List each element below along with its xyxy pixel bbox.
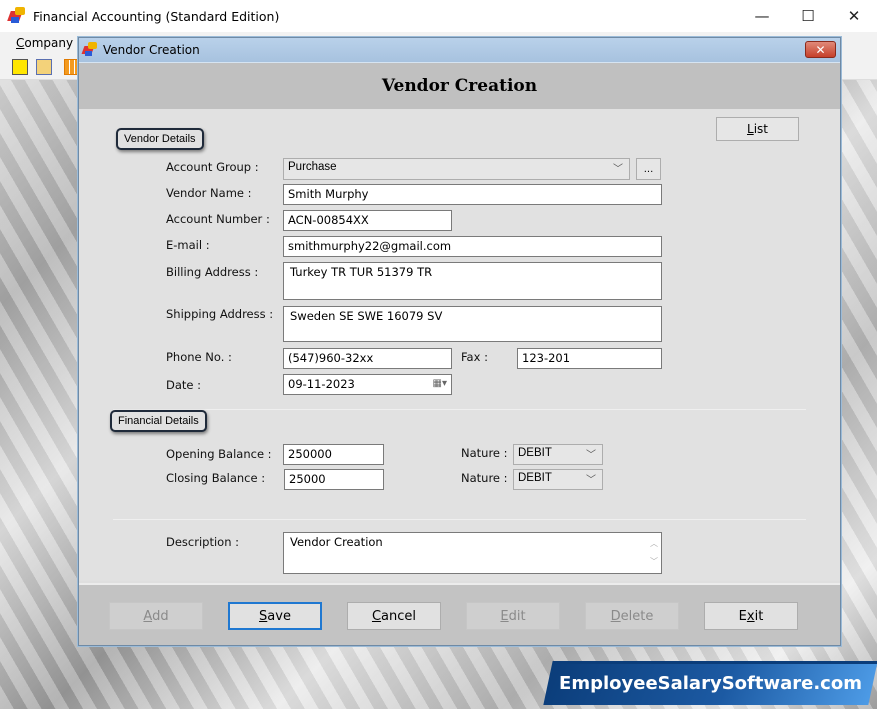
delete-button-label: Delete <box>610 608 654 624</box>
dialog-titlebar: Vendor Creation ✕ <box>79 38 840 62</box>
chevron-down-icon: ﹀ <box>613 164 623 175</box>
opening-balance-label: Opening Balance : <box>166 447 272 461</box>
app-titlebar: Financial Accounting (Standard Edition) … <box>0 0 877 32</box>
description-input[interactable]: Vendor Creation ︿ ﹀ <box>283 532 662 574</box>
delete-button[interactable]: Delete <box>585 602 679 630</box>
app-title: Financial Accounting (Standard Edition) <box>33 8 280 24</box>
section-divider <box>113 409 806 410</box>
edit-button-label: Edit <box>500 608 526 624</box>
opening-balance-input[interactable]: 250000 <box>283 444 384 465</box>
chevron-down-icon: ﹀ <box>586 475 596 486</box>
vendor-name-input[interactable]: Smith Murphy <box>283 184 662 205</box>
brand-text: EmployeeSalarySoftware.com <box>559 672 862 694</box>
phone-input[interactable]: (547)960-32xx <box>283 348 452 369</box>
closing-balance-input[interactable]: 25000 <box>284 469 384 490</box>
shipping-address-label: Shipping Address : <box>166 307 274 321</box>
cancel-button[interactable]: Cancel <box>347 602 441 630</box>
account-number-label: Account Number : <box>166 212 270 226</box>
browse-account-group-button[interactable]: ... <box>636 158 661 180</box>
calendar-dropdown-icon[interactable]: ▦▾ <box>433 378 447 389</box>
closing-balance-label: Closing Balance : <box>166 471 266 485</box>
email-label: E-mail : <box>166 238 210 252</box>
email-input[interactable]: smithmurphy22@gmail.com <box>283 236 662 257</box>
list-button-label: List <box>747 122 768 136</box>
list-button[interactable]: List <box>716 117 799 141</box>
exit-button[interactable]: Exit <box>704 602 798 630</box>
close-button[interactable]: ✕ <box>831 0 877 32</box>
description-label: Description : <box>166 535 240 549</box>
dialog-close-button[interactable]: ✕ <box>805 41 836 58</box>
add-button-label: Add <box>143 608 169 624</box>
fax-input[interactable]: 123-201 <box>517 348 662 369</box>
edit-button[interactable]: Edit <box>466 602 560 630</box>
add-button[interactable]: Add <box>109 602 203 630</box>
minimize-button[interactable]: — <box>739 0 785 32</box>
opening-nature-label: Nature : <box>461 446 508 460</box>
app-logo-icon <box>7 7 27 25</box>
billing-address-label: Billing Address : <box>166 265 259 279</box>
save-button-label: Save <box>259 608 291 624</box>
exit-button-label: Exit <box>738 608 764 624</box>
closing-nature-label: Nature : <box>461 471 508 485</box>
account-group-value: Purchase <box>288 161 337 173</box>
date-picker[interactable]: 09-11-2023 ▦▾ <box>283 374 452 395</box>
date-label: Date : <box>166 378 202 392</box>
section-divider <box>113 519 806 520</box>
date-value: 09-11-2023 <box>288 377 355 391</box>
scrollbar[interactable]: ︿ ﹀ <box>650 535 658 571</box>
open-folder-icon[interactable] <box>36 59 52 75</box>
billing-address-input[interactable]: Turkey TR TUR 51379 TR <box>283 262 662 300</box>
vendor-creation-dialog: Vendor Creation ✕ Vendor Creation List V… <box>78 37 841 646</box>
dialog-header: Vendor Creation <box>79 62 840 109</box>
save-button[interactable]: Save <box>228 602 322 630</box>
vendor-details-group: Vendor Details <box>116 128 204 150</box>
fax-label: Fax : <box>461 350 488 364</box>
financial-details-group: Financial Details <box>110 410 207 432</box>
opening-nature-select[interactable]: DEBIT ﹀ <box>513 444 603 465</box>
action-bar: Add Save Cancel Edit Delete Exit <box>79 583 840 645</box>
new-file-icon[interactable] <box>12 59 28 75</box>
shipping-address-input[interactable]: Sweden SE SWE 16079 SV <box>283 306 662 342</box>
account-group-label: Account Group : <box>166 160 259 174</box>
vendor-name-label: Vendor Name : <box>166 186 252 200</box>
closing-nature-value: DEBIT <box>518 472 552 484</box>
page-title: Vendor Creation <box>381 76 538 96</box>
closing-nature-select[interactable]: DEBIT ﹀ <box>513 469 603 490</box>
dialog-logo-icon <box>81 42 99 58</box>
menu-company[interactable]: Company <box>16 36 73 50</box>
chevron-down-icon: ﹀ <box>586 450 596 461</box>
description-value: Vendor Creation <box>290 535 383 549</box>
account-group-select[interactable]: Purchase ﹀ <box>283 158 630 180</box>
cancel-button-label: Cancel <box>371 608 417 624</box>
account-number-input[interactable]: ACN-00854XX <box>283 210 452 231</box>
phone-label: Phone No. : <box>166 350 232 364</box>
opening-nature-value: DEBIT <box>518 447 552 459</box>
maximize-button[interactable]: ☐ <box>785 0 831 32</box>
vendor-form: List Vendor Details Account Group : Purc… <box>79 109 840 581</box>
dialog-title: Vendor Creation <box>103 43 200 57</box>
